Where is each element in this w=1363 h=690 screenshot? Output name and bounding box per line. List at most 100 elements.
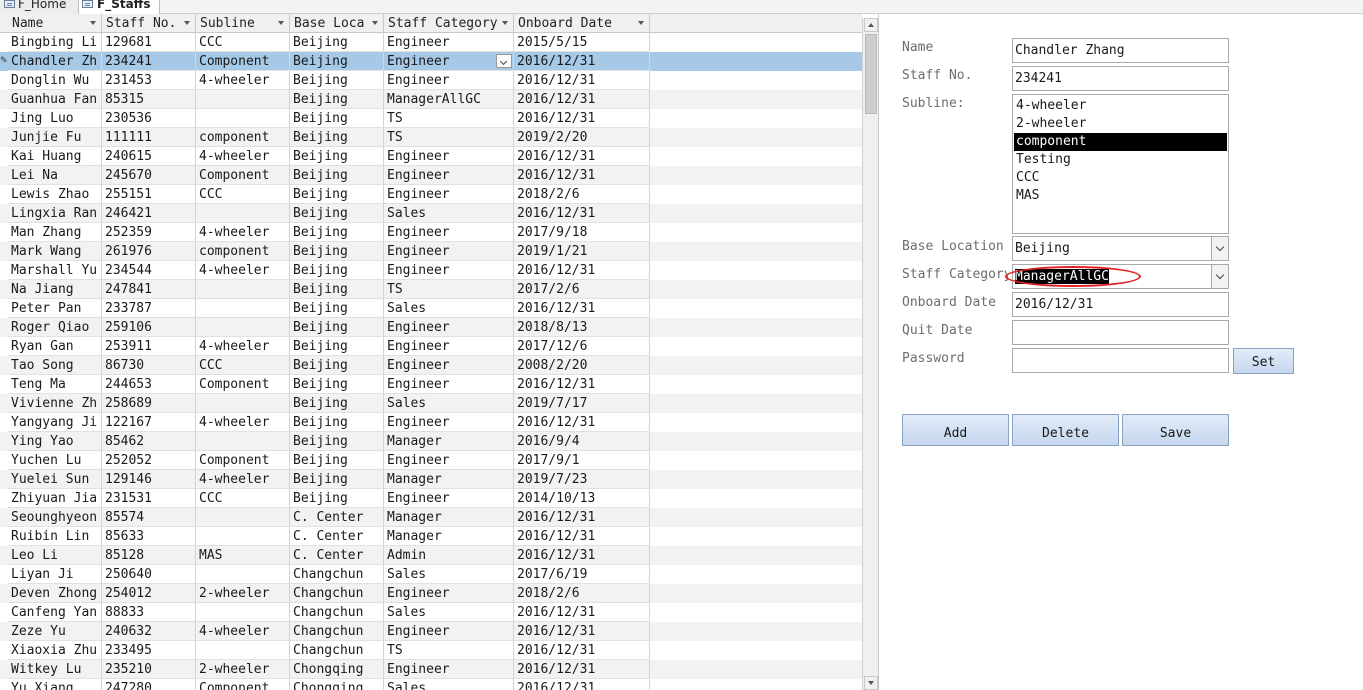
cell-staff-category[interactable]: Engineer [384,185,514,204]
cell-subline[interactable]: 4-wheeler [196,337,290,356]
table-row[interactable]: Yuchen Lu 252052 Component Beijing Engineer 2… [0,451,862,470]
cell-onboard-date[interactable]: 2016/12/31 [514,622,650,641]
cell-staff-category[interactable]: Engineer [384,489,514,508]
table-row[interactable]: Mark Wang 261976 component Beijing Engineer 2… [0,242,862,261]
cell-onboard-date[interactable]: 2017/12/6 [514,337,650,356]
cell-base-location[interactable]: Beijing [290,242,384,261]
subline-option[interactable]: 4-wheeler [1014,97,1227,115]
cell-staff-category[interactable]: Admin [384,546,514,565]
cell-base-location[interactable]: Beijing [290,128,384,147]
cell-name[interactable]: Roger Qiao [8,318,102,337]
subline-option[interactable]: MAS [1014,187,1227,205]
subline-option[interactable]: 2-wheeler [1014,115,1227,133]
table-row[interactable]: Kai Huang 240615 4-wheeler Beijing Engineer 2… [0,147,862,166]
cell-onboard-date[interactable]: 2016/12/31 [514,603,650,622]
cell-staff-category[interactable]: Sales [384,394,514,413]
cell-subline[interactable]: 4-wheeler [196,147,290,166]
cell-base-location[interactable]: Beijing [290,90,384,109]
save-button[interactable]: Save [1122,414,1229,446]
vertical-scrollbar[interactable] [862,18,878,690]
cell-staff-no[interactable]: 129681 [102,33,196,52]
cell-subline[interactable]: CCC [196,33,290,52]
cell-staff-no[interactable]: 85574 [102,508,196,527]
staff-no-field[interactable]: 234241 [1012,66,1229,91]
set-password-button[interactable]: Set [1233,348,1294,374]
cell-subline[interactable] [196,280,290,299]
subline-option[interactable]: CCC [1014,169,1227,187]
cell-base-location[interactable]: Beijing [290,413,384,432]
cell-base-location[interactable]: Changchun [290,565,384,584]
cell-onboard-date[interactable]: 2016/12/31 [514,204,650,223]
column-header-subline[interactable]: Subline [196,14,290,33]
cell-base-location[interactable]: Beijing [290,223,384,242]
sort-arrow-icon[interactable] [638,21,644,25]
cell-staff-category[interactable]: Engineer [384,242,514,261]
cell-base-location[interactable]: Beijing [290,489,384,508]
table-row[interactable]: Yu Xiang 247280 Component Chongqing Sales 201… [0,679,862,690]
cell-onboard-date[interactable]: 2016/12/31 [514,299,650,318]
cell-onboard-date[interactable]: 2016/12/31 [514,413,650,432]
cell-name[interactable]: Seounghyeon [8,508,102,527]
cell-staff-no[interactable]: 129146 [102,470,196,489]
cell-subline[interactable]: 2-wheeler [196,660,290,679]
table-row[interactable]: Guanhua Fan 85315 Beijing ManagerAllGC 2016/… [0,90,862,109]
cell-base-location[interactable]: Beijing [290,33,384,52]
cell-name[interactable]: Yuchen Lu [8,451,102,470]
cell-staff-no[interactable]: 230536 [102,109,196,128]
cell-staff-category[interactable]: Sales [384,204,514,223]
cell-name[interactable]: Liyan Ji [8,565,102,584]
cell-staff-no[interactable]: 247280 [102,679,196,690]
cell-staff-category[interactable]: Engineer [384,223,514,242]
cell-onboard-date[interactable]: 2018/8/13 [514,318,650,337]
cell-onboard-date[interactable]: 2017/9/1 [514,451,650,470]
cell-name[interactable]: Deven Zhong [8,584,102,603]
cell-staff-category[interactable]: Engineer [384,451,514,470]
cell-subline[interactable]: CCC [196,489,290,508]
table-row[interactable]: Zhiyuan Jia 231531 CCC Beijing Engineer 2014/… [0,489,862,508]
table-row[interactable]: Xiaoxia Zhu 233495 Changchun TS 2016/12/31 [0,641,862,660]
cell-name[interactable]: Bingbing Li [8,33,102,52]
cell-onboard-date[interactable]: 2015/5/15 [514,33,650,52]
table-row[interactable]: Ryan Gan 253911 4-wheeler Beijing Engineer 20… [0,337,862,356]
subline-option[interactable]: Testing [1014,151,1227,169]
cell-staff-no[interactable]: 233495 [102,641,196,660]
cell-onboard-date[interactable]: 2019/1/21 [514,242,650,261]
name-field[interactable]: Chandler Zhang [1012,38,1229,63]
cell-staff-category[interactable]: Engineer [384,413,514,432]
subline-listbox[interactable]: 4-wheeler 2-wheeler component Testing CCC MAS [1012,94,1229,234]
column-header-staff-no[interactable]: Staff No. [102,14,196,33]
table-row[interactable]: Lei Na 245670 Component Beijing Engineer 2016… [0,166,862,185]
cell-name[interactable]: Zhiyuan Jia [8,489,102,508]
cell-onboard-date[interactable]: 2016/12/31 [514,679,650,690]
tab-f-home[interactable]: F_Home [0,0,78,14]
cell-onboard-date[interactable]: 2016/12/31 [514,147,650,166]
cell-staff-no[interactable]: 240615 [102,147,196,166]
cell-staff-no[interactable]: 85462 [102,432,196,451]
cell-subline[interactable]: MAS [196,546,290,565]
cell-staff-category[interactable]: Engineer [384,147,514,166]
cell-base-location[interactable]: Beijing [290,261,384,280]
cell-staff-category[interactable]: Engineer [384,337,514,356]
cell-staff-no[interactable]: 235210 [102,660,196,679]
sort-arrow-icon[interactable] [502,21,508,25]
cell-staff-category[interactable]: Manager [384,527,514,546]
cell-name[interactable]: Ruibin Lin [8,527,102,546]
column-header-name[interactable]: Name [8,14,102,33]
cell-subline[interactable] [196,603,290,622]
cell-subline[interactable]: 2-wheeler [196,584,290,603]
cell-staff-category[interactable]: Manager [384,432,514,451]
table-row[interactable]: Deven Zhong 254012 2-wheeler Changchun Engin… [0,584,862,603]
cell-onboard-date[interactable]: 2008/2/20 [514,356,650,375]
cell-subline[interactable]: component [196,128,290,147]
table-row[interactable]: Jing Luo 230536 Beijing TS 2016/12/31 [0,109,862,128]
table-row[interactable]: Yangyang Ji 122167 4-wheeler Beijing Enginee… [0,413,862,432]
cell-base-location[interactable]: Chongqing [290,679,384,690]
cell-staff-category[interactable]: Engineer [384,166,514,185]
table-row[interactable]: Peter Pan 233787 Beijing Sales 2016/12/31 [0,299,862,318]
cell-name[interactable]: Kai Huang [8,147,102,166]
cell-name[interactable]: Marshall Yu [8,261,102,280]
cell-staff-no[interactable]: 240632 [102,622,196,641]
cell-subline[interactable] [196,565,290,584]
cell-staff-no[interactable]: 258689 [102,394,196,413]
cell-name[interactable]: Donglin Wu [8,71,102,90]
